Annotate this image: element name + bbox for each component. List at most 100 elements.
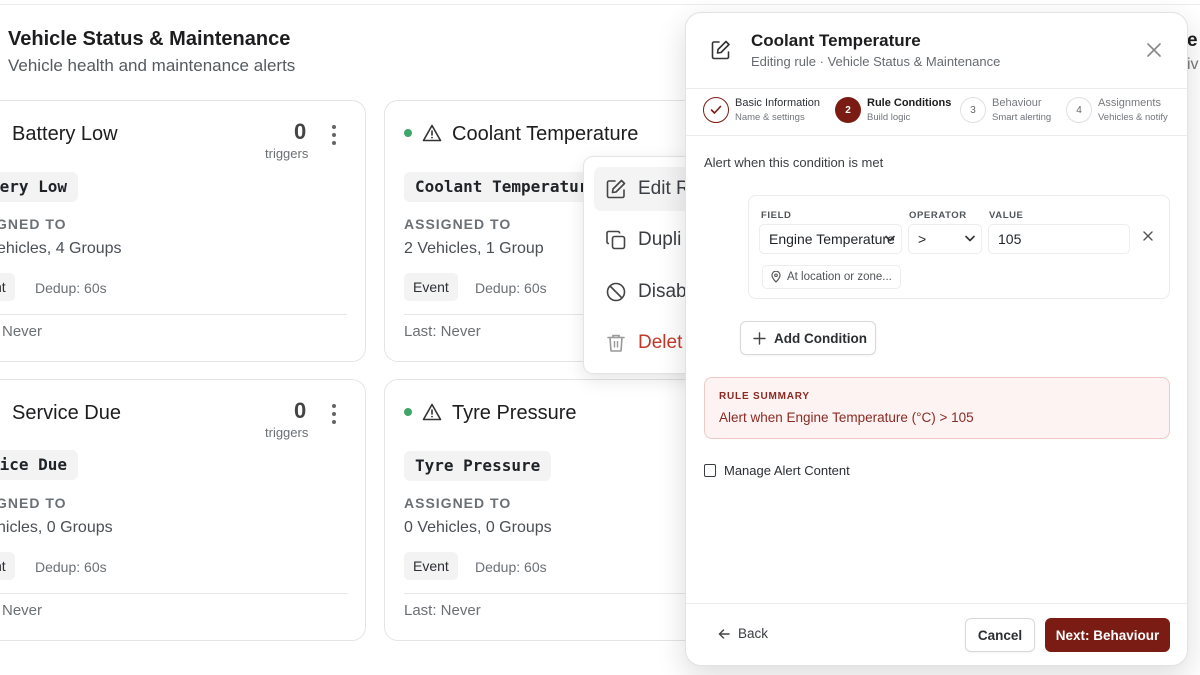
step-number: 2 [835, 97, 861, 123]
rule-card-title: Tyre Pressure [452, 402, 577, 424]
warning-icon [422, 124, 442, 142]
close-icon[interactable] [1145, 41, 1163, 59]
more-options-icon[interactable] [331, 404, 337, 426]
event-type-chip: nt [0, 273, 15, 301]
assigned-to-label: ASSIGNED TO [404, 216, 512, 232]
plus-icon [753, 331, 766, 345]
rule-card-title: Service Due [12, 402, 121, 424]
arrow-left-icon [718, 628, 730, 639]
step-basic-information[interactable]: Basic Information Name & settings [703, 97, 820, 123]
add-condition-button[interactable]: Add Condition [740, 321, 876, 355]
location-zone-placeholder: At location or zone... [787, 271, 892, 283]
step-title: Basic Information [735, 97, 820, 109]
step-title: Behaviour [992, 97, 1042, 109]
trash-icon [607, 334, 625, 352]
operator-select[interactable]: > [908, 224, 982, 254]
value-input-text: 105 [998, 231, 1022, 247]
step-title: Assignments [1098, 97, 1161, 109]
rule-card-title: Coolant Temperature [452, 123, 639, 145]
add-condition-label: Add Condition [774, 330, 867, 346]
panel-title: Coolant Temperature [751, 31, 921, 50]
chevron-down-icon [885, 235, 895, 242]
footer-divider [686, 603, 1187, 604]
trigger-count-label: triggers [265, 146, 309, 161]
event-type-chip: Event [404, 273, 458, 301]
rule-card-battery-low[interactable]: Battery Low 0 triggers tery Low GNED TO … [0, 100, 366, 362]
menu-item-label: Dupli [638, 229, 682, 250]
active-status-dot [404, 129, 412, 137]
chevron-down-icon [965, 235, 975, 242]
step-desc: Vehicles & notify [1098, 112, 1168, 123]
step-rule-conditions[interactable]: 2 Rule Conditions Build logic [835, 97, 951, 123]
app-screen: Vehicle Status & Maintenance Vehicle hea… [0, 0, 1200, 675]
back-button[interactable]: Back [718, 626, 768, 641]
rule-card-tyre-pressure[interactable]: Tyre Pressure Tyre Pressure ASSIGNED TO … [384, 379, 710, 641]
page-subtitle: Vehicle health and maintenance alerts [8, 56, 296, 75]
rule-tag: vice Due [0, 450, 79, 480]
rule-tag: Tyre Pressure [404, 451, 552, 481]
assigned-to-value: 0 Vehicles, 0 Groups [404, 519, 552, 536]
rule-tag: Coolant Temperature [404, 172, 610, 202]
rule-card-service-due[interactable]: Service Due 0 triggers vice Due GNED TO … [0, 379, 366, 641]
operator-label: OPERATOR [909, 210, 967, 221]
page-title: Vehicle Status & Maintenance [8, 28, 291, 50]
edit-rule-icon [711, 40, 730, 60]
last-triggered: Last: Never [404, 602, 481, 619]
value-label: VALUE [989, 210, 1024, 221]
next-section-title-fragment: e [1187, 30, 1198, 51]
assigned-to-label: ASSIGNED TO [404, 495, 512, 511]
card-divider [404, 593, 694, 594]
edit-rule-panel: Coolant Temperature Editing rule · Vehic… [685, 12, 1188, 666]
menu-item-label: Edit R [638, 178, 690, 199]
event-type-chip: Event [404, 552, 458, 580]
rule-summary-text: Alert when Engine Temperature (°C) > 105 [719, 410, 974, 425]
last-triggered: Last: Never [404, 323, 481, 340]
menu-item-label: Disab [638, 281, 687, 302]
menu-item-label: Delet [638, 332, 683, 353]
remove-condition-icon[interactable] [1142, 230, 1154, 242]
checkbox-box[interactable] [704, 464, 716, 477]
trigger-count: 0 [294, 119, 307, 144]
cancel-button[interactable]: Cancel [965, 618, 1035, 652]
location-pin-icon [771, 271, 781, 283]
dedup-label: Dedup: 60s [35, 280, 107, 296]
field-label: FIELD [761, 210, 792, 221]
trigger-count-label: triggers [265, 425, 309, 440]
rule-summary: RULE SUMMARY Alert when Engine Temperatu… [704, 377, 1170, 439]
step-desc: Build logic [867, 112, 911, 123]
step-desc: Name & settings [735, 112, 805, 123]
trigger-count: 0 [294, 398, 307, 423]
manage-alert-content-checkbox[interactable]: Manage Alert Content [704, 463, 850, 478]
next-behaviour-button[interactable]: Next: Behaviour [1045, 618, 1170, 652]
duplicate-icon [606, 230, 626, 250]
last-triggered: Never [2, 323, 43, 340]
rule-summary-heading: RULE SUMMARY [719, 391, 810, 402]
step-number: 3 [960, 97, 986, 123]
step-desc: Smart alerting [992, 112, 1052, 123]
stepper-divider [686, 135, 1187, 136]
step-check-icon [703, 97, 729, 123]
step-title: Rule Conditions [867, 97, 952, 109]
step-behaviour[interactable]: 3 Behaviour Smart alerting [960, 97, 1051, 123]
more-options-icon[interactable] [331, 125, 337, 147]
step-assignments[interactable]: 4 Assignments Vehicles & notify [1066, 97, 1168, 123]
rule-tag: tery Low [0, 172, 79, 202]
last-triggered: Never [2, 602, 43, 619]
value-input[interactable]: 105 [988, 224, 1130, 254]
assigned-to-label: GNED TO [0, 495, 67, 511]
panel-subtitle: Editing rule · Vehicle Status & Maintena… [751, 54, 1001, 69]
assigned-to-label: GNED TO [0, 216, 67, 232]
dedup-label: Dedup: 60s [475, 559, 547, 575]
header-divider [686, 88, 1187, 89]
location-zone-button[interactable]: At location or zone... [762, 265, 901, 289]
assigned-to-value: hicles, 0 Groups [0, 519, 113, 536]
top-divider [0, 4, 1200, 5]
warning-icon [422, 403, 442, 421]
dedup-label: Dedup: 60s [475, 280, 547, 296]
assigned-to-value: 2 Vehicles, 1 Group [404, 240, 544, 257]
card-divider [0, 314, 347, 315]
field-select[interactable]: Engine Temperature [759, 224, 902, 254]
rule-card-title: Battery Low [12, 123, 118, 145]
edit-icon [606, 179, 626, 199]
step-number: 4 [1066, 97, 1092, 123]
